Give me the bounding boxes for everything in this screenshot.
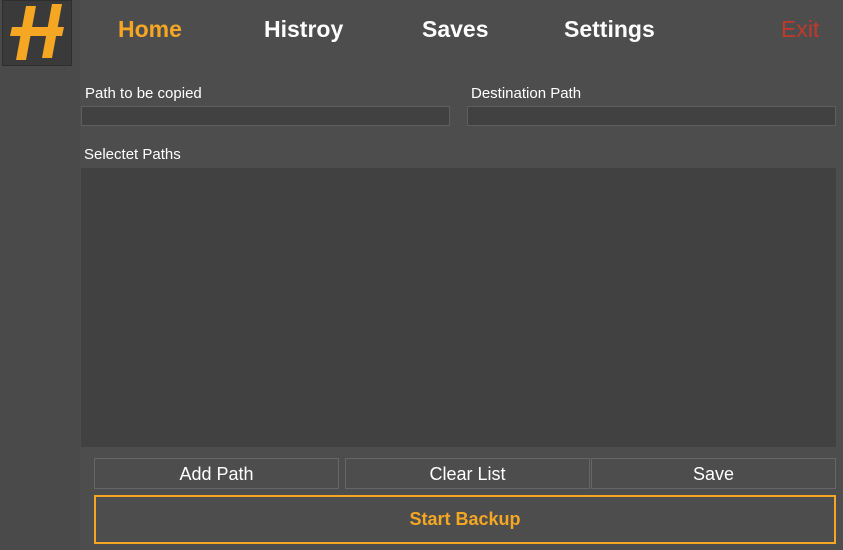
nav-home[interactable]: Home — [118, 14, 182, 44]
save-button[interactable]: Save — [591, 458, 836, 489]
nav-history[interactable]: Histroy — [264, 14, 343, 44]
selected-paths-list[interactable] — [81, 168, 836, 447]
sidebar — [0, 0, 80, 550]
destination-path-input[interactable] — [467, 106, 836, 126]
source-path-input[interactable] — [81, 106, 450, 126]
nav-saves[interactable]: Saves — [422, 14, 489, 44]
selected-paths-label: Selectet Paths — [84, 146, 181, 163]
clear-list-button[interactable]: Clear List — [345, 458, 590, 489]
app-window: Home Histroy Saves Settings Exit Path to… — [0, 0, 843, 550]
source-path-label: Path to be copied — [85, 85, 202, 102]
add-path-button[interactable]: Add Path — [94, 458, 339, 489]
start-backup-button[interactable]: Start Backup — [94, 495, 836, 544]
app-logo-icon — [2, 0, 72, 66]
destination-path-label: Destination Path — [471, 85, 582, 102]
nav-settings[interactable]: Settings — [564, 14, 655, 44]
nav-exit[interactable]: Exit — [781, 14, 819, 44]
